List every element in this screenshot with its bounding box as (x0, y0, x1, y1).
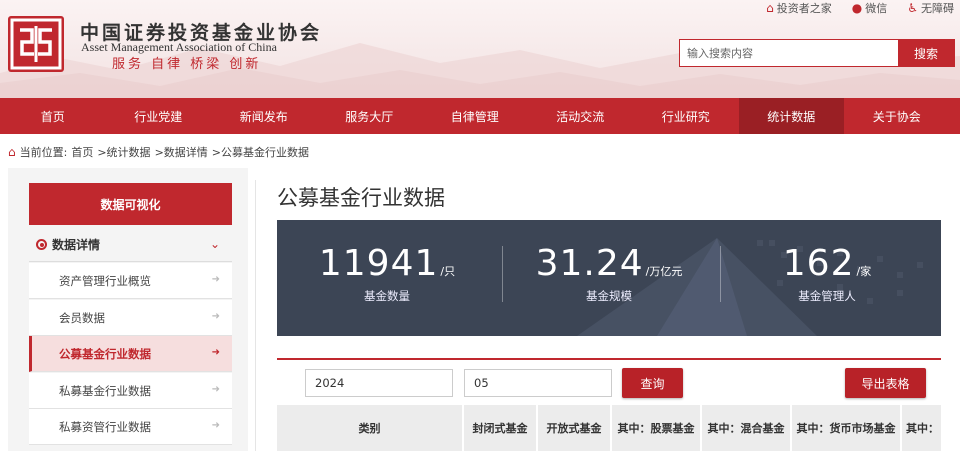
investor-home-link[interactable]: ⌂ 投资者之家 (766, 0, 832, 16)
stat-label: 基金规模 (586, 289, 632, 303)
query-button[interactable]: 查询 (622, 368, 683, 398)
stat-value: 11941 (318, 243, 439, 284)
table-header-cell: 类别 (277, 405, 464, 451)
sidebar-item-private-asset-mgmt[interactable]: 私募资管行业数据 ➜ (29, 409, 232, 445)
top-links: ⌂ 投资者之家 ● 微信 ♿ 无障碍 (766, 0, 954, 16)
nav-events[interactable]: 活动交流 (528, 98, 634, 134)
arrow-right-icon: ➜ (211, 420, 220, 431)
nav-home[interactable]: 首页 (0, 98, 106, 134)
stat-fund-scale: 31.24 /万亿元 基金规模 (499, 220, 719, 336)
nav-about[interactable]: 关于协会 (844, 98, 950, 134)
content-divider (255, 180, 256, 451)
chevron-down-icon: ⌄ (209, 237, 220, 251)
stat-value: 162 (782, 243, 855, 284)
nav-news[interactable]: 新闻发布 (211, 98, 317, 134)
stats-banner: 11941 /只 基金数量 31.24 /万亿元 基金规模 162 /家 基金管… (277, 220, 941, 336)
wechat-link[interactable]: ● 微信 (852, 0, 887, 16)
circle-bullet-icon (36, 239, 47, 250)
stat-label: 基金数量 (364, 289, 410, 303)
sidebar-item-members[interactable]: 会员数据 ➜ (29, 300, 232, 336)
section-divider (277, 358, 941, 360)
nav-research[interactable]: 行业研究 (633, 98, 739, 134)
arrow-right-icon: ➜ (211, 311, 220, 322)
stat-unit: /家 (856, 265, 872, 278)
sidebar-category-data-detail[interactable]: 数据详情 ⌄ (29, 228, 232, 262)
main-nav: 首页 行业党建 新闻发布 服务大厅 自律管理 活动交流 行业研究 统计数据 关于… (0, 98, 960, 134)
stat-value: 31.24 (535, 243, 644, 284)
search-input[interactable] (680, 40, 898, 66)
table-header-cell: 封闭式基金 (464, 405, 538, 451)
site-header: 中国证券投资基金业协会 Asset Management Association… (0, 0, 960, 98)
sidebar-item-private-fund[interactable]: 私募基金行业数据 ➜ (29, 373, 232, 409)
breadcrumb-data-detail[interactable]: >数据详情 (155, 144, 208, 160)
page-title: 公募基金行业数据 (277, 186, 445, 210)
data-table-header: 类别 封闭式基金 开放式基金 其中：股票基金 其中：混合基金 其中：货币市场基金… (277, 405, 941, 451)
table-header-cell: 其中： (902, 405, 941, 451)
nav-statistics[interactable]: 统计数据 (738, 98, 844, 134)
home-icon: ⌂ (8, 145, 16, 159)
wechat-icon: ● (851, 1, 863, 15)
table-header-cell: 开放式基金 (538, 405, 612, 451)
nav-self-regulation[interactable]: 自律管理 (422, 98, 528, 134)
seal-icon (10, 18, 62, 70)
accessibility-link[interactable]: ♿ 无障碍 (907, 0, 954, 16)
search-box: 搜索 (679, 39, 955, 67)
org-slogan: 服务 自律 桥梁 创新 (112, 57, 262, 72)
stat-label: 基金管理人 (798, 289, 856, 303)
stat-fund-managers: 162 /家 基金管理人 (717, 220, 937, 336)
investor-home-icon: ⌂ (766, 1, 774, 15)
sidebar-item-public-fund[interactable]: 公募基金行业数据 ➜ (29, 336, 232, 372)
table-header-cell: 其中：混合基金 (702, 405, 792, 451)
accessibility-icon: ♿ (907, 1, 918, 15)
year-input[interactable]: 2024 (305, 369, 453, 397)
arrow-right-icon: ➜ (211, 384, 220, 395)
sidebar: 数据可视化 数据详情 ⌄ 资产管理行业概览 ➜ 会员数据 ➜ 公募基金行业数据 … (8, 168, 248, 451)
association-logo[interactable] (8, 16, 64, 72)
stat-unit: /万亿元 (645, 265, 683, 278)
table-header-cell: 其中：货币市场基金 (792, 405, 902, 451)
month-input[interactable]: 05 (464, 369, 612, 397)
stat-fund-count: 11941 /只 基金数量 (277, 220, 497, 336)
breadcrumb: ⌂ 当前位置: 首页 >统计数据 >数据详情 >公募基金行业数据 (8, 144, 309, 160)
breadcrumb-current: >公募基金行业数据 (211, 146, 309, 159)
arrow-right-icon: ➜ (211, 274, 220, 285)
table-header-cell: 其中：股票基金 (612, 405, 702, 451)
sidebar-header-visualization[interactable]: 数据可视化 (29, 183, 232, 225)
breadcrumb-prefix: 当前位置: (19, 146, 68, 159)
stat-unit: /只 (440, 265, 456, 278)
breadcrumb-statistics[interactable]: >统计数据 (97, 144, 150, 160)
search-button[interactable]: 搜索 (898, 40, 954, 66)
breadcrumb-home[interactable]: 首页 (71, 144, 93, 160)
nav-party-building[interactable]: 行业党建 (106, 98, 212, 134)
export-table-button[interactable]: 导出表格 (845, 368, 926, 398)
arrow-right-icon: ➜ (211, 347, 220, 358)
sidebar-item-asset-overview[interactable]: 资产管理行业概览 ➜ (29, 263, 232, 299)
nav-service-hall[interactable]: 服务大厅 (317, 98, 423, 134)
